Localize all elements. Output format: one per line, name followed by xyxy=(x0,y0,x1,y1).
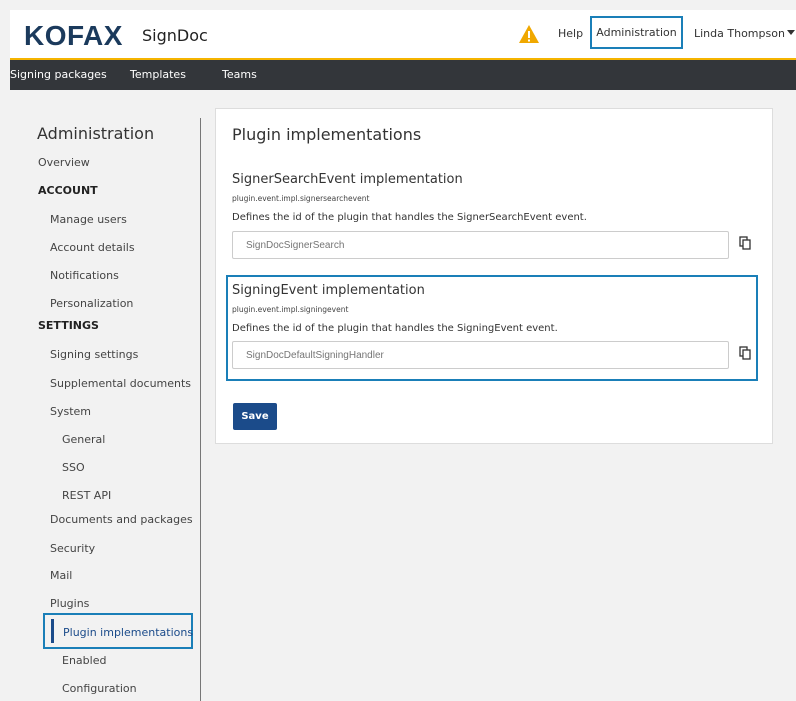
sidebar-item-security[interactable]: Security xyxy=(50,542,95,555)
active-indicator xyxy=(51,619,54,643)
save-button[interactable]: Save xyxy=(233,403,277,430)
help-link[interactable]: Help xyxy=(558,27,583,40)
plugin-implementations-panel: Plugin implementations SignerSearchEvent… xyxy=(215,108,773,444)
sidebar-item-supplemental-documents[interactable]: Supplemental documents xyxy=(50,377,191,390)
section-title-signersearch: SignerSearchEvent implementation xyxy=(232,172,463,187)
sidebar-item-rest-api[interactable]: REST API xyxy=(62,489,111,502)
sidebar-heading-settings: SETTINGS xyxy=(38,319,99,332)
sidebar-item-sso[interactable]: SSO xyxy=(62,461,85,474)
product-name: SignDoc xyxy=(142,26,208,45)
nav-signing-packages[interactable]: Signing packages xyxy=(10,68,107,81)
copy-icon[interactable] xyxy=(739,236,751,250)
sidebar-item-enabled[interactable]: Enabled xyxy=(62,654,106,667)
sidebar-title: Administration xyxy=(37,124,155,143)
sidebar-item-overview[interactable]: Overview xyxy=(38,156,90,169)
signingevent-implementation-input[interactable] xyxy=(232,341,729,369)
warning-icon[interactable] xyxy=(518,24,540,44)
signersearch-implementation-input[interactable] xyxy=(232,231,729,259)
section-key-signingevent: plugin.event.impl.signingevent xyxy=(232,305,349,314)
sidebar-item-plugin-implementations[interactable]: Plugin implementations xyxy=(43,613,193,649)
sidebar-item-notifications[interactable]: Notifications xyxy=(50,269,119,282)
sidebar-item-system[interactable]: System xyxy=(50,405,91,418)
sidebar-item-account-details[interactable]: Account details xyxy=(50,241,135,254)
sidebar-item-label: Plugin implementations xyxy=(63,626,194,639)
user-menu[interactable]: Linda Thompson xyxy=(694,27,785,40)
nav-teams[interactable]: Teams xyxy=(222,68,257,81)
sidebar-item-mail[interactable]: Mail xyxy=(50,569,72,582)
main-nav: Signing packages Templates Teams xyxy=(10,60,796,90)
copy-icon[interactable] xyxy=(739,346,751,360)
sidebar-item-plugins[interactable]: Plugins xyxy=(50,597,89,610)
section-title-signingevent: SigningEvent implementation xyxy=(232,283,425,298)
sidebar-item-signing-settings[interactable]: Signing settings xyxy=(50,348,138,361)
sidebar-heading-account: ACCOUNT xyxy=(38,184,98,197)
section-description-signersearch: Defines the id of the plugin that handle… xyxy=(232,212,587,223)
kofax-logo[interactable]: KOFAX xyxy=(24,20,123,52)
sidebar-item-general[interactable]: General xyxy=(62,433,105,446)
admin-sidebar: Administration Overview ACCOUNT Manage u… xyxy=(10,118,201,701)
section-key-signersearch: plugin.event.impl.signersearchevent xyxy=(232,194,370,203)
sidebar-item-configuration[interactable]: Configuration xyxy=(62,682,137,695)
administration-link[interactable]: Administration xyxy=(590,16,683,49)
sidebar-item-personalization[interactable]: Personalization xyxy=(50,297,133,310)
nav-templates[interactable]: Templates xyxy=(130,68,186,81)
page-title: Plugin implementations xyxy=(232,125,422,144)
chevron-down-icon[interactable] xyxy=(787,30,795,35)
sidebar-item-manage-users[interactable]: Manage users xyxy=(50,213,127,226)
section-description-signingevent: Defines the id of the plugin that handle… xyxy=(232,323,558,334)
top-bar: KOFAX SignDoc Help Administration Linda … xyxy=(10,10,796,60)
sidebar-item-documents-and-packages[interactable]: Documents and packages xyxy=(50,513,193,526)
